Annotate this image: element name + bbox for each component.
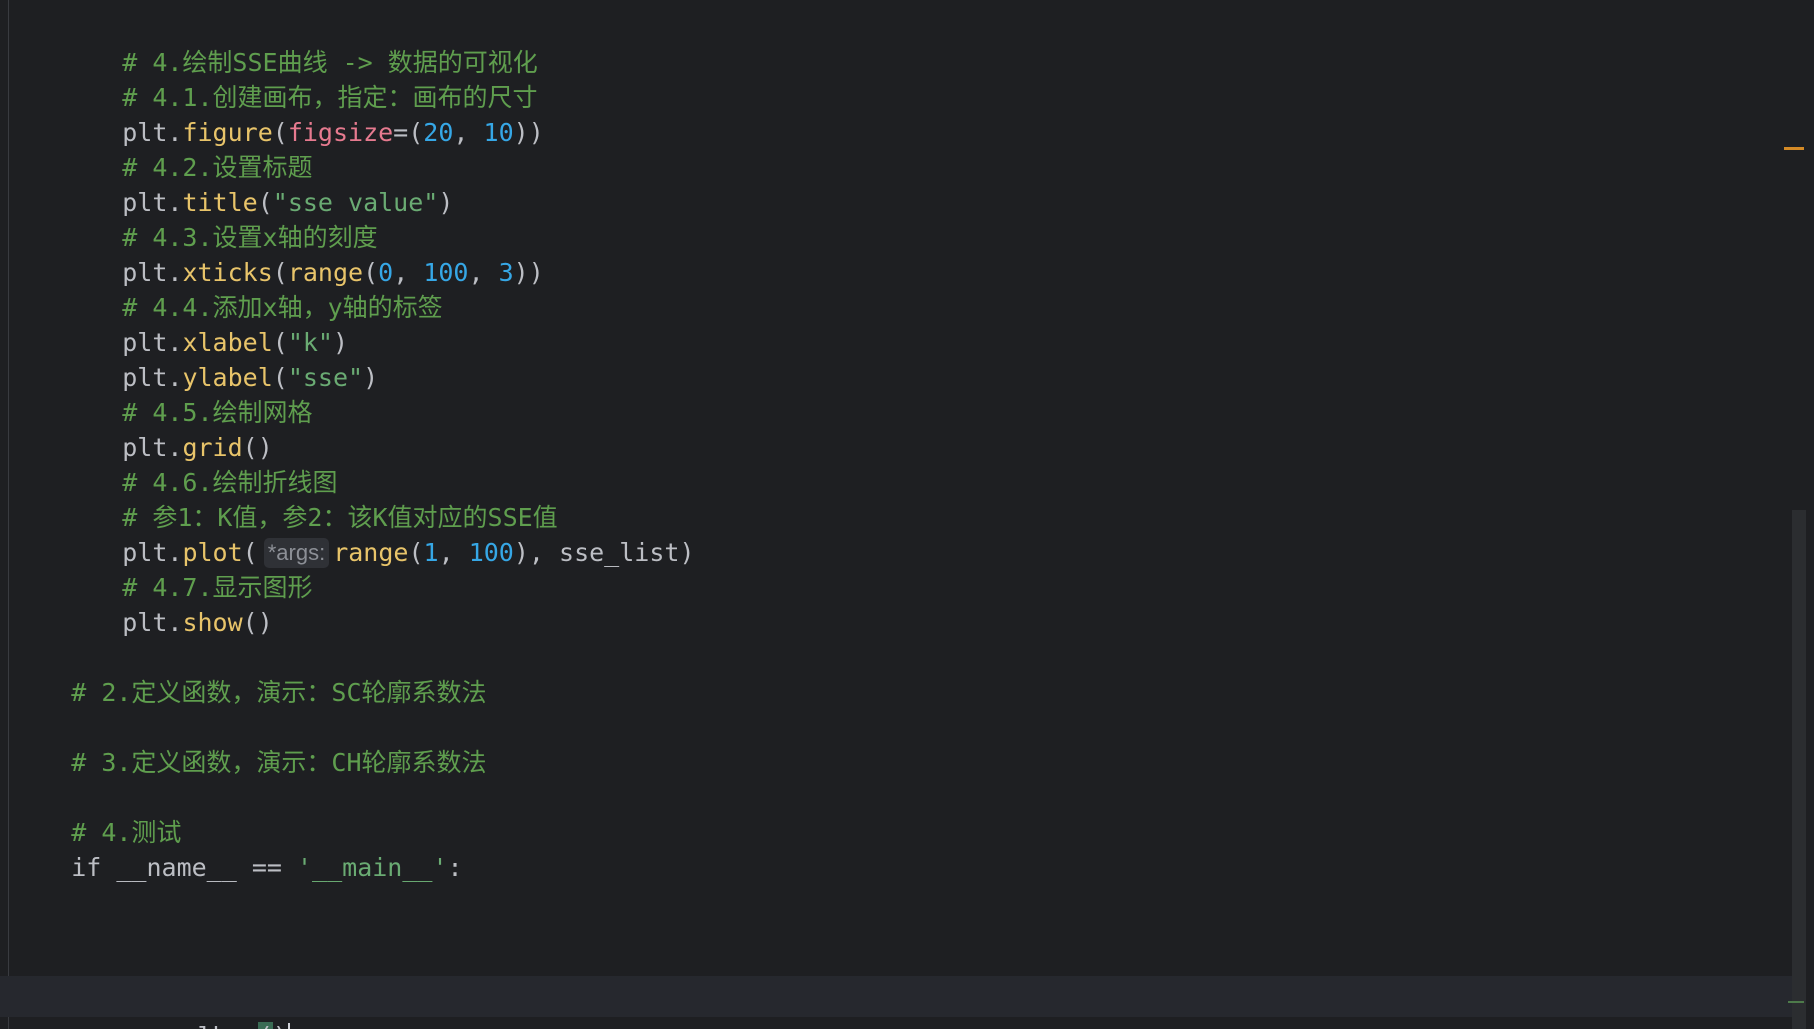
identifier: sse_list — [559, 538, 680, 567]
warning-marker[interactable] — [1784, 147, 1804, 150]
code-line[interactable]: plt.xlabel("k") — [0, 283, 348, 357]
change-marker[interactable] — [1788, 1001, 1804, 1003]
code-line[interactable]: # 参1：K值，参2：该K值对应的SSE值 — [0, 458, 557, 532]
keyword: if — [71, 853, 102, 882]
punct: , — [453, 118, 484, 147]
code-line[interactable]: # 4.7.显示图形 — [0, 528, 312, 602]
punct: , — [468, 258, 499, 287]
code-editor[interactable]: # 4.绘制SSE曲线 -> 数据的可视化 # 4.1.创建画布，指定：画布的尺… — [0, 0, 1814, 1029]
code-line[interactable]: # 4.2.设置标题 — [0, 108, 312, 182]
code-line-current[interactable]: sse_elbow() — [0, 977, 290, 1029]
code-line[interactable]: plt.show() — [0, 563, 273, 637]
code-line[interactable]: # 4.绘制SSE曲线 -> 数据的可视化 — [0, 3, 538, 77]
vertical-scrollbar[interactable] — [1792, 510, 1806, 1029]
matched-paren: ( — [257, 1022, 273, 1029]
code-line[interactable]: # 4.6.绘制折线图 — [0, 423, 337, 497]
punct: ) — [513, 258, 529, 287]
punct: ) — [273, 1022, 288, 1029]
identifier: sse_elbow — [122, 1022, 257, 1029]
identifier: __name__ == — [101, 853, 297, 882]
code-line[interactable]: # 4.4.添加x轴，y轴的标签 — [0, 248, 442, 322]
code-line[interactable]: plt.title("sse value") — [0, 143, 453, 217]
number: 1 — [423, 538, 439, 567]
punct: ) — [528, 118, 544, 147]
code-line[interactable]: # 4.3.设置x轴的刻度 — [0, 178, 377, 252]
punct: ) — [679, 538, 695, 567]
punct: ) — [513, 538, 529, 567]
punct: , — [528, 538, 560, 567]
code-line[interactable]: # 4.测试 — [0, 773, 181, 847]
code-line[interactable]: # 4.5.绘制网格 — [0, 353, 312, 427]
punct: ) — [528, 258, 544, 287]
number: 10 — [483, 118, 514, 147]
punct: ) — [363, 363, 379, 392]
code-line[interactable]: plt.ylabel("sse") — [0, 318, 378, 392]
punct: ) — [513, 118, 529, 147]
code-line[interactable]: # 2.定义函数，演示：SC轮廓系数法 — [0, 633, 486, 707]
punct: : — [447, 853, 463, 882]
code-line[interactable]: if __name__ == '__main__': — [0, 808, 462, 882]
punct: , — [438, 538, 469, 567]
code-line[interactable]: # 3.定义函数，演示：CH轮廓系数法 — [0, 703, 486, 777]
code-line[interactable]: # 4.1.创建画布，指定：画布的尺寸 — [0, 38, 537, 112]
punct: ( — [408, 538, 424, 567]
code-line[interactable]: plt.xticks(range(0, 100, 3)) — [0, 213, 544, 287]
number: 100 — [468, 538, 514, 567]
text-caret — [287, 1023, 290, 1029]
builtin-name: range — [333, 538, 409, 567]
string: '__main__' — [297, 853, 448, 882]
code-line[interactable]: plt.plot(*args: range(1, 100), sse_list) — [0, 493, 695, 568]
code-line[interactable]: plt.grid() — [0, 388, 273, 462]
number: 3 — [498, 258, 514, 287]
code-line[interactable]: plt.figure(figsize=(20, 10)) — [0, 73, 544, 147]
